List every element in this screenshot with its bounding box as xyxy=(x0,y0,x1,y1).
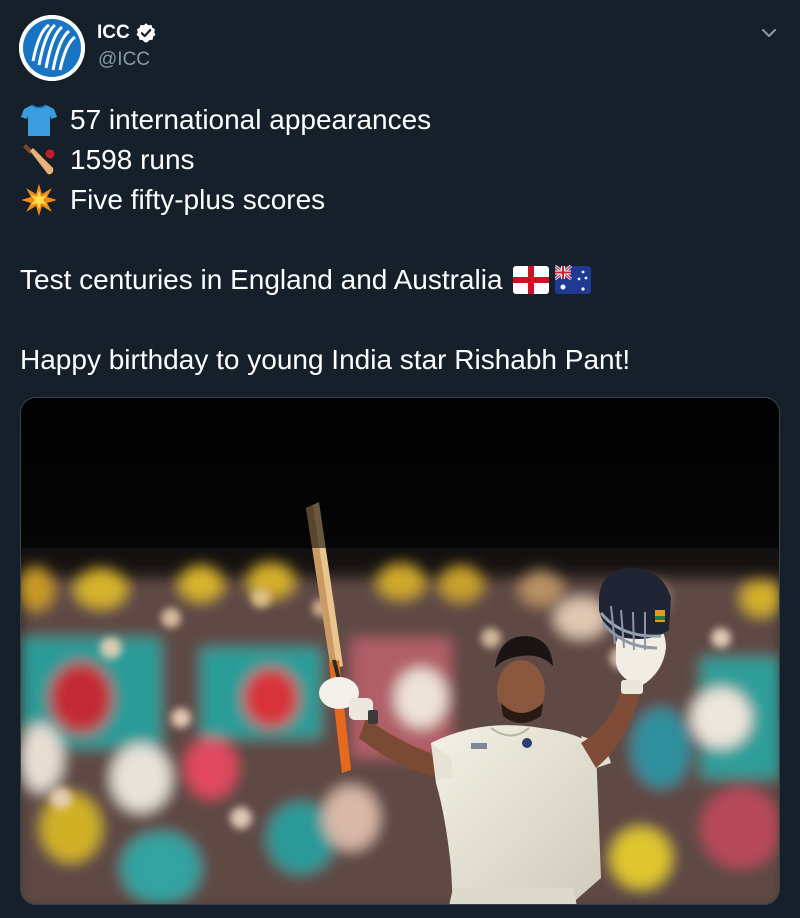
england-flag-icon xyxy=(512,265,549,295)
shirt-icon xyxy=(20,103,58,137)
tweet-photo[interactable] xyxy=(20,397,780,905)
stat-line-runs: 1598 runs xyxy=(20,140,780,180)
avatar[interactable] xyxy=(19,15,85,81)
stat-runs-text: 1598 runs xyxy=(70,144,195,175)
handle[interactable]: @ICC xyxy=(98,49,150,71)
collision-icon xyxy=(20,183,58,217)
birthday-line: Happy birthday to young India star Risha… xyxy=(20,340,780,380)
verified-badge-icon xyxy=(135,22,157,44)
tweet-card: ICC @ICC 57 international appearances 15… xyxy=(0,0,800,918)
stat-appearances-text: 57 international appearances xyxy=(70,104,432,135)
stat-line-fifties: Five fifty-plus scores xyxy=(20,180,780,220)
display-name[interactable]: ICC xyxy=(97,22,130,44)
birthday-text: Happy birthday to young India star Risha… xyxy=(20,344,631,375)
stat-fifties-text: Five fifty-plus scores xyxy=(70,184,326,215)
player-celebrating-photo xyxy=(21,398,779,904)
centuries-line: Test centuries in England and Australia xyxy=(20,260,780,300)
stat-line-appearances: 57 international appearances xyxy=(20,100,780,140)
cricket-bat-icon xyxy=(20,143,58,177)
tweet-text: 57 international appearances 1598 runs F… xyxy=(20,100,780,380)
author-name-row: ICC xyxy=(97,22,157,44)
centuries-text: Test centuries in England and Australia xyxy=(20,264,503,295)
chevron-down-icon[interactable] xyxy=(758,22,780,44)
icc-logo-icon xyxy=(19,15,85,81)
australia-flag-icon xyxy=(553,264,591,295)
